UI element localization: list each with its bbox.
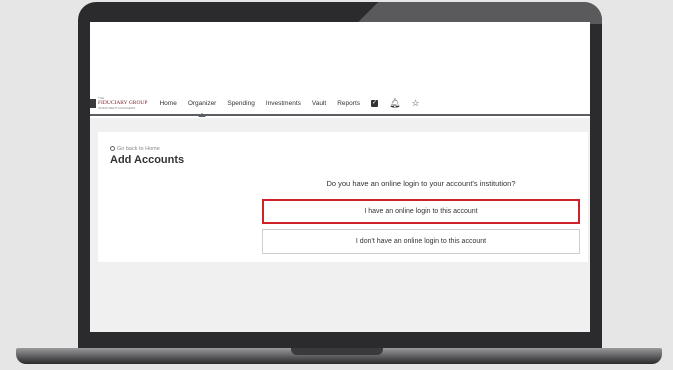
no-online-login-label: I don't have an online login to this acc… bbox=[355, 238, 487, 245]
nav-item-investments[interactable]: Investments bbox=[266, 100, 301, 107]
star-icon[interactable]: ☆ bbox=[411, 98, 419, 109]
nav-item-vault[interactable]: Vault bbox=[312, 100, 326, 107]
back-home-link[interactable]: Go back to Home bbox=[110, 146, 160, 152]
laptop-notch bbox=[291, 348, 383, 355]
nav-item-organizer[interactable]: Organizer bbox=[188, 100, 216, 117]
back-arrow-icon bbox=[110, 146, 115, 152]
has-online-login-label: I have an online login to this account bbox=[364, 208, 478, 215]
top-nav: THE FIDUCIARY GROUP INVESTMENT MANAGERS … bbox=[90, 92, 590, 117]
logo-name: FIDUCIARY GROUP bbox=[98, 99, 148, 106]
logo-subtitle: INVESTMENT MANAGERS bbox=[98, 105, 136, 110]
page-title: Add Accounts bbox=[110, 154, 185, 166]
login-question: Do you have an online login to your acco… bbox=[326, 179, 516, 188]
nav-item-reports[interactable]: Reports bbox=[337, 100, 360, 107]
no-online-login-button[interactable]: I don't have an online login to this acc… bbox=[262, 229, 580, 254]
back-home-label: Go back to Home bbox=[117, 146, 160, 152]
brand-logo[interactable]: THE FIDUCIARY GROUP INVESTMENT MANAGERS bbox=[90, 96, 147, 111]
has-online-login-button[interactable]: I have an online login to this account bbox=[262, 199, 580, 224]
nav-item-spending[interactable]: Spending bbox=[227, 100, 254, 107]
nav-item-home[interactable]: Home bbox=[159, 100, 176, 107]
logo-mark-icon bbox=[90, 98, 96, 108]
bell-icon[interactable]: 🔔︎ bbox=[389, 98, 400, 109]
lid-glare bbox=[353, 2, 602, 24]
laptop-screen: THE FIDUCIARY GROUP INVESTMENT MANAGERS … bbox=[90, 22, 590, 332]
checkbox-icon[interactable]: ✓ bbox=[371, 99, 378, 107]
